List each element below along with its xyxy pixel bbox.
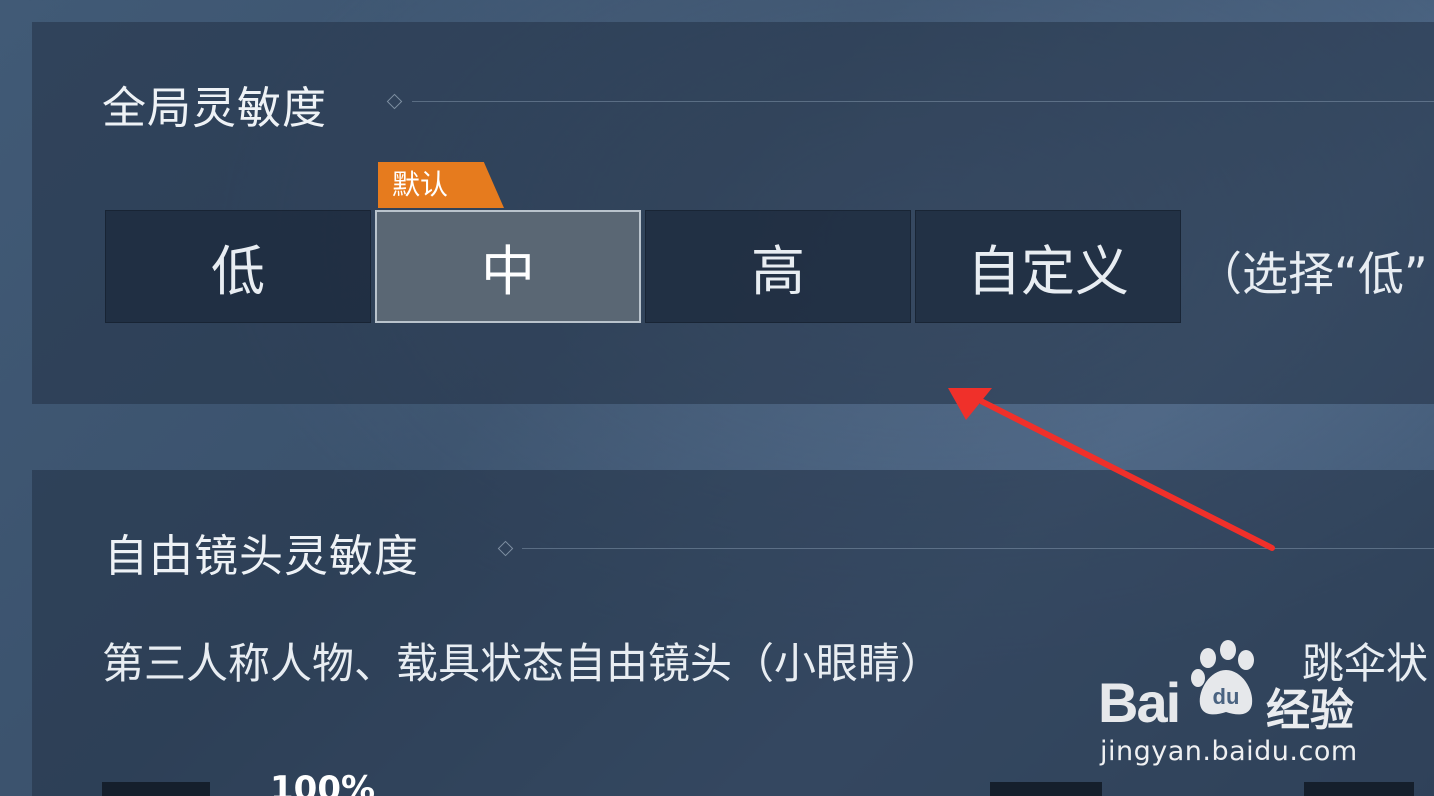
parachute-slider-decrease-button[interactable] [1304,782,1414,796]
title-divider [522,548,1434,549]
baidu-jingyan-watermark: Bai du 经验 jingyan.baidu.com [1098,640,1368,770]
sensitivity-value: 100% [270,769,376,796]
option-high-button[interactable]: 高 [645,210,911,323]
global-sensitivity-title: 全局灵敏度 [102,83,327,134]
third-person-free-camera-label: 第三人称人物、载具状态自由镜头（小眼睛） [102,639,943,688]
slider-decrease-button[interactable] [102,782,210,796]
default-tag: 默认 [378,162,504,208]
sensitivity-segmented-control: 低 中 高 自定义 [105,210,1185,323]
title-divider [412,101,1434,102]
watermark-url-text: jingyan.baidu.com [1100,736,1358,767]
option-custom-button[interactable]: 自定义 [915,210,1181,323]
watermark-product-text: 经验 [1266,685,1354,736]
slider-increase-button[interactable] [990,782,1102,796]
option-low-button[interactable]: 低 [105,210,371,323]
baidu-paw-icon: du [1191,640,1254,715]
selection-hint: （选择“低” [1196,247,1428,301]
watermark-brand-text: Bai [1098,671,1181,734]
option-medium-button[interactable]: 中 [375,210,641,323]
free-camera-sensitivity-title: 自由镜头灵敏度 [104,531,419,582]
watermark-du-text: du [1213,684,1240,709]
